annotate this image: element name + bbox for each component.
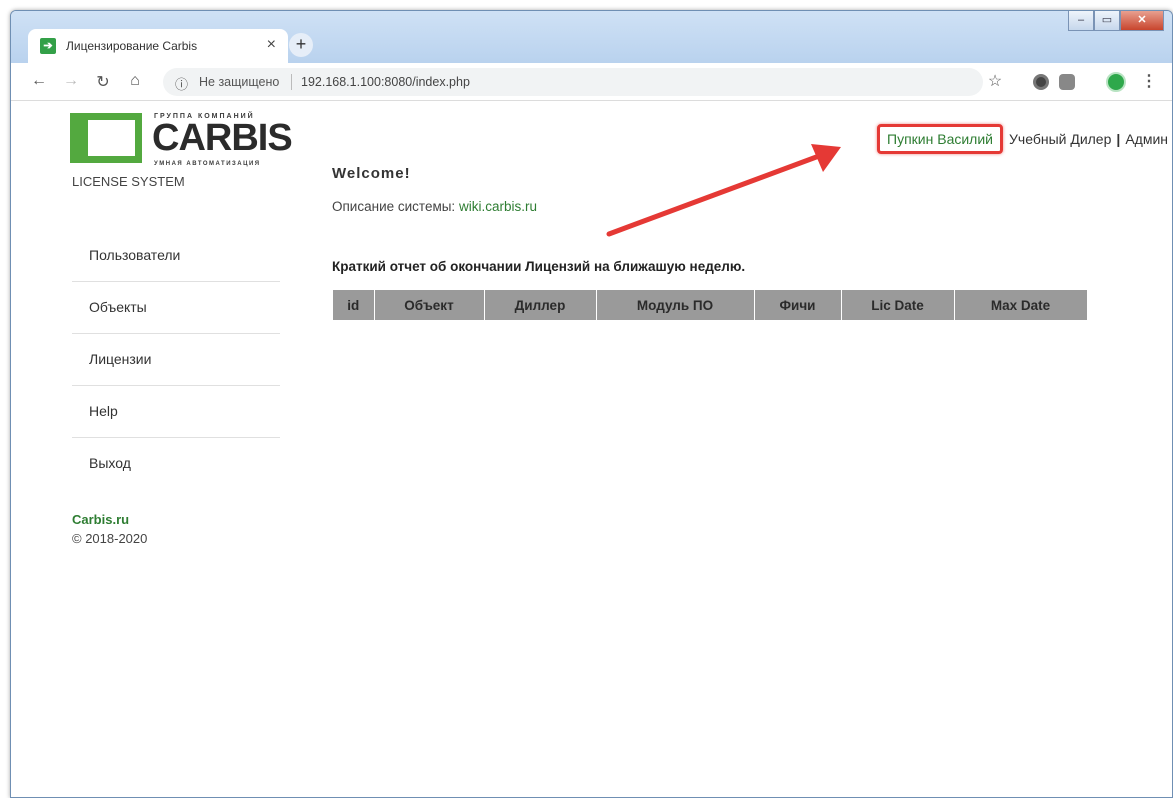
tab-close-icon[interactable]: × [267,36,276,54]
page-content: ГРУППА КОМПАНИЙ CARBIS УМНАЯ АВТОМАТИЗАЦ… [11,102,1172,797]
system-description: Описание системы: wiki.carbis.ru [332,199,537,214]
window-close-icon[interactable]: ✕ [1120,11,1164,31]
license-report-table: id Объект Диллер Модуль ПО Фичи Lic Date… [333,290,1088,320]
arrow-head-icon [811,144,841,172]
table-header-row: id Объект Диллер Модуль ПО Фичи Lic Date… [333,290,1088,320]
bookmark-star-icon[interactable]: ☆ [985,71,1005,91]
welcome-heading: Welcome! [332,165,411,182]
column-header-dealer[interactable]: Диллер [484,290,597,320]
url-text[interactable]: 192.168.1.100:8080/index.php [301,75,470,89]
minimize-icon[interactable]: – [1068,11,1094,31]
info-icon[interactable]: ⓘ [175,74,188,93]
security-status: Не защищено [199,75,280,89]
cloud-extension-icon[interactable] [1059,74,1075,90]
sidebar-item-logout[interactable]: Выход [72,438,280,490]
user-role: Админ [1125,131,1168,147]
column-header-software-module[interactable]: Модуль ПО [596,290,755,320]
browser-toolbar: ← → ↻ ⌂ ⓘ Не защищено 192.168.1.100:8080… [11,63,1172,101]
address-bar[interactable]: ⓘ Не защищено 192.168.1.100:8080/index.p… [163,68,983,96]
back-arrow-icon[interactable]: ← [29,72,49,90]
carbis-logo[interactable]: ГРУППА КОМПАНИЙ CARBIS УМНАЯ АВТОМАТИЗАЦ… [70,113,293,167]
column-header-object[interactable]: Объект [374,290,485,320]
wiki-link[interactable]: wiki.carbis.ru [459,199,537,214]
column-header-id[interactable]: id [333,290,375,320]
browser-tab[interactable]: ➔ Лицензирование Carbis × [28,29,288,63]
report-title: Краткий отчет об окончании Лицензий на б… [332,259,746,274]
address-divider [291,74,292,90]
logo-tagline: УМНАЯ АВТОМАТИЗАЦИЯ [154,161,261,167]
column-header-max-date[interactable]: Max Date [954,290,1088,320]
user-name-link[interactable]: Пупкин Василий [877,124,1003,154]
column-header-lic-date[interactable]: Lic Date [841,290,955,320]
column-header-features[interactable]: Фичи [754,290,842,320]
sidebar-item-licenses[interactable]: Лицензии [72,334,280,386]
reload-icon[interactable]: ↻ [93,72,113,92]
arrow-shaft [606,153,822,237]
user-header: Пупкин Василий Учебный Дилер | Админ [877,124,1168,154]
footer-copyright: © 2018-2020 [72,531,148,546]
system-label: LICENSE SYSTEM [72,174,185,189]
browser-window: ➔ Лицензирование Carbis × + – ▭ ✕ ← → ↻ … [10,10,1173,798]
logo-name: CARBIS [152,117,293,159]
sidebar-item-objects[interactable]: Объекты [72,282,280,334]
extension-icon[interactable] [1033,74,1049,90]
forward-arrow-icon[interactable]: → [61,72,81,90]
browser-menu-icon[interactable]: ⋮ [1141,71,1157,91]
footer-site-link[interactable]: Carbis.ru [72,512,129,527]
new-tab-button[interactable]: + [289,33,313,57]
carbis-favicon-icon: ➔ [40,38,56,54]
user-dealer: Учебный Дилер [1009,131,1112,147]
user-separator: | [1116,131,1121,147]
tab-title: Лицензирование Carbis [66,39,198,53]
description-label: Описание системы: [332,199,456,214]
window-controls: – ▭ ✕ [1068,11,1164,33]
sidebar-item-users[interactable]: Пользователи [72,230,280,282]
sidebar-menu: Пользователи Объекты Лицензии Help Выход [72,230,280,490]
logo-mark [70,113,142,163]
sidebar-item-help[interactable]: Help [72,386,280,438]
maximize-icon[interactable]: ▭ [1094,11,1120,31]
home-icon[interactable]: ⌂ [125,72,145,90]
browser-titlebar: ➔ Лицензирование Carbis × + – ▭ ✕ [11,11,1172,63]
profile-avatar-icon[interactable] [1106,72,1126,92]
